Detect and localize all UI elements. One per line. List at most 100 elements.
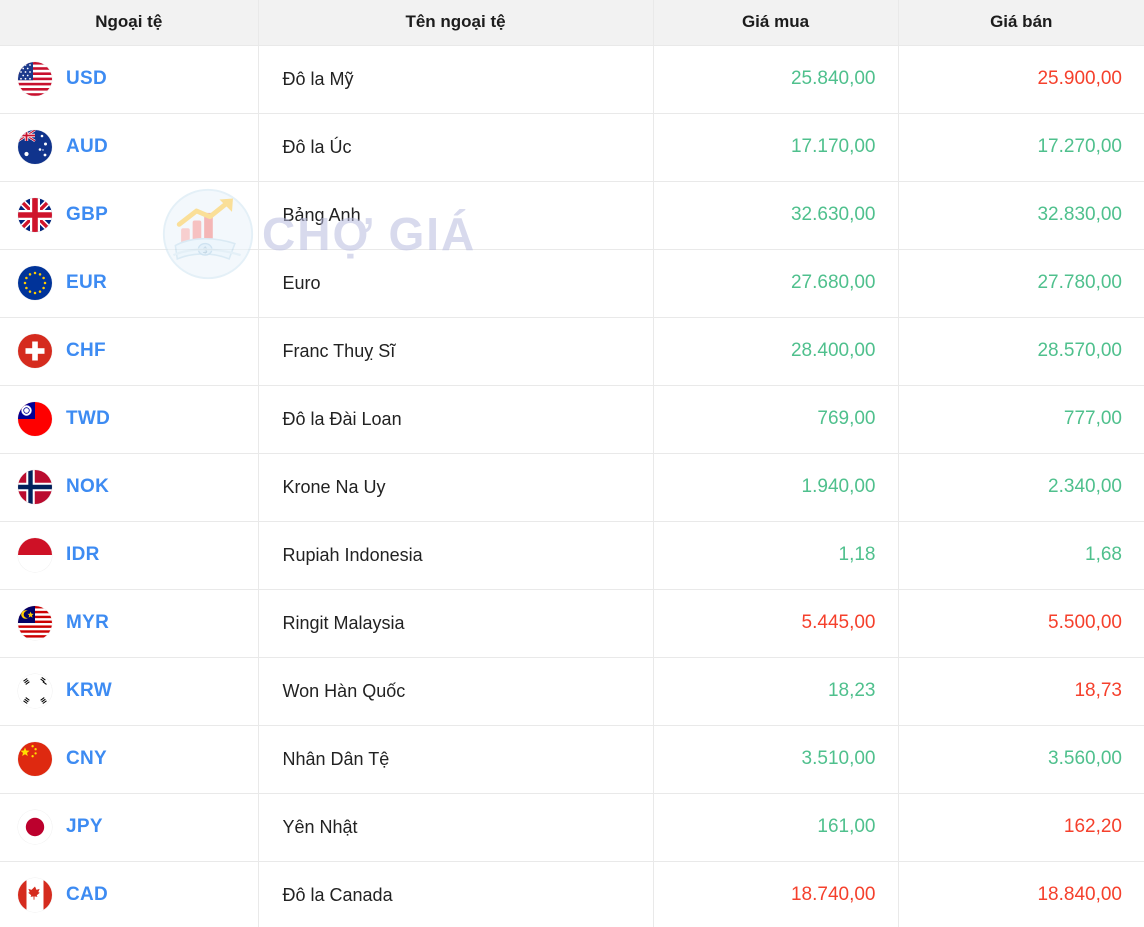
currency-code-label: KRW xyxy=(66,680,112,701)
flag-gb-icon xyxy=(18,198,52,232)
buy-price-cell: 18,23 xyxy=(653,657,899,726)
currency-name-cell: Euro xyxy=(258,249,654,318)
currency-code-cell: CNY xyxy=(0,725,259,794)
table-row[interactable]: CAD Đô la Canada 18.740,00 18.840,00 xyxy=(0,861,1144,927)
currency-name-cell: Đô la Đài Loan xyxy=(258,385,654,454)
column-header-sell-price: Giá bán xyxy=(898,0,1144,46)
buy-price-cell: 28.400,00 xyxy=(653,317,899,386)
table-row[interactable]: CNY Nhân Dân Tệ 3.510,00 3.560,00 xyxy=(0,725,1144,794)
sell-price-cell: 18,73 xyxy=(898,657,1144,726)
currency-code-label: IDR xyxy=(66,544,100,565)
currency-name-cell: Đô la Canada xyxy=(258,861,654,927)
currency-name-cell: Đô la Mỹ xyxy=(258,45,654,114)
currency-code-label: AUD xyxy=(66,136,109,157)
exchange-rate-table-container: $ CHỢ GIÁ Ngoại tệ Tên ngoại tệ Giá mua … xyxy=(0,0,1144,927)
buy-price-cell: 1,18 xyxy=(653,521,899,590)
currency-code-cell: GBP xyxy=(0,181,259,250)
sell-price-cell: 28.570,00 xyxy=(898,317,1144,386)
currency-code-cell: USD xyxy=(0,45,259,114)
currency-code-cell: JPY xyxy=(0,793,259,862)
sell-price-cell: 25.900,00 xyxy=(898,45,1144,114)
buy-price-cell: 769,00 xyxy=(653,385,899,454)
currency-code-label: CHF xyxy=(66,340,106,361)
buy-price-cell: 1.940,00 xyxy=(653,453,899,522)
currency-name-cell: Franc Thuỵ Sĩ xyxy=(258,317,654,386)
buy-price-cell: 5.445,00 xyxy=(653,589,899,658)
flag-no-icon xyxy=(18,470,52,504)
table-row[interactable]: KRW Won Hàn Quốc 18,23 18,73 xyxy=(0,657,1144,726)
sell-price-cell: 2.340,00 xyxy=(898,453,1144,522)
currency-code-label: CNY xyxy=(66,748,108,769)
flag-us-icon xyxy=(18,62,52,96)
flag-cn-icon xyxy=(18,742,52,776)
currency-code-cell: EUR xyxy=(0,249,259,318)
currency-code-cell: KRW xyxy=(0,657,259,726)
table-row[interactable]: AUD Đô la Úc 17.170,00 17.270,00 xyxy=(0,113,1144,182)
table-row[interactable]: CHF Franc Thuỵ Sĩ 28.400,00 28.570,00 xyxy=(0,317,1144,386)
table-row[interactable]: USD Đô la Mỹ 25.840,00 25.900,00 xyxy=(0,45,1144,114)
buy-price-cell: 161,00 xyxy=(653,793,899,862)
currency-name-cell: Nhân Dân Tệ xyxy=(258,725,654,794)
currency-name-cell: Yên Nhật xyxy=(258,793,654,862)
exchange-rate-table: Ngoại tệ Tên ngoại tệ Giá mua Giá bán US… xyxy=(0,0,1144,927)
column-header-currency-name: Tên ngoại tệ xyxy=(258,0,654,46)
currency-name-cell: Won Hàn Quốc xyxy=(258,657,654,726)
currency-code-cell: AUD xyxy=(0,113,259,182)
buy-price-cell: 32.630,00 xyxy=(653,181,899,250)
flag-id-icon xyxy=(18,538,52,572)
currency-name-cell: Ringit Malaysia xyxy=(258,589,654,658)
buy-price-cell: 25.840,00 xyxy=(653,45,899,114)
currency-name-cell: Đô la Úc xyxy=(258,113,654,182)
table-row[interactable]: JPY Yên Nhật 161,00 162,20 xyxy=(0,793,1144,862)
flag-ca-icon xyxy=(18,878,52,912)
sell-price-cell: 32.830,00 xyxy=(898,181,1144,250)
column-header-buy-price: Giá mua xyxy=(653,0,899,46)
sell-price-cell: 777,00 xyxy=(898,385,1144,454)
currency-code-cell: TWD xyxy=(0,385,259,454)
buy-price-cell: 17.170,00 xyxy=(653,113,899,182)
currency-code-cell: MYR xyxy=(0,589,259,658)
currency-code-label: MYR xyxy=(66,612,110,633)
sell-price-cell: 18.840,00 xyxy=(898,861,1144,927)
flag-my-icon xyxy=(18,606,52,640)
currency-code-cell: IDR xyxy=(0,521,259,590)
table-header: Ngoại tệ Tên ngoại tệ Giá mua Giá bán xyxy=(0,0,1144,46)
buy-price-cell: 3.510,00 xyxy=(653,725,899,794)
currency-code-cell: CAD xyxy=(0,861,259,927)
table-row[interactable]: MYR Ringit Malaysia 5.445,00 5.500,00 xyxy=(0,589,1144,658)
currency-code-label: CAD xyxy=(66,884,109,905)
sell-price-cell: 17.270,00 xyxy=(898,113,1144,182)
flag-eu-icon xyxy=(18,266,52,300)
currency-code-label: USD xyxy=(66,68,108,89)
flag-au-icon xyxy=(18,130,52,164)
currency-code-label: TWD xyxy=(66,408,111,429)
table-body: USD Đô la Mỹ 25.840,00 25.900,00 AUD Đô la Ú… xyxy=(0,45,1144,927)
currency-code-cell: CHF xyxy=(0,317,259,386)
table-row[interactable]: IDR Rupiah Indonesia 1,18 1,68 xyxy=(0,521,1144,590)
flag-jp-icon xyxy=(18,810,52,844)
currency-code-label: JPY xyxy=(66,816,103,837)
sell-price-cell: 27.780,00 xyxy=(898,249,1144,318)
column-header-currency-code: Ngoại tệ xyxy=(0,0,259,46)
currency-name-cell: Bảng Anh xyxy=(258,181,654,250)
table-header-row: Ngoại tệ Tên ngoại tệ Giá mua Giá bán xyxy=(0,0,1144,46)
currency-code-label: GBP xyxy=(66,204,109,225)
flag-kr-icon xyxy=(18,674,52,708)
currency-code-label: EUR xyxy=(66,272,108,293)
currency-name-cell: Rupiah Indonesia xyxy=(258,521,654,590)
sell-price-cell: 162,20 xyxy=(898,793,1144,862)
table-row[interactable]: EUR Euro 27.680,00 27.780,00 xyxy=(0,249,1144,318)
table-row[interactable]: TWD Đô la Đài Loan 769,00 777,00 xyxy=(0,385,1144,454)
buy-price-cell: 27.680,00 xyxy=(653,249,899,318)
currency-name-cell: Krone Na Uy xyxy=(258,453,654,522)
sell-price-cell: 5.500,00 xyxy=(898,589,1144,658)
currency-code-cell: NOK xyxy=(0,453,259,522)
flag-tw-icon xyxy=(18,402,52,436)
sell-price-cell: 3.560,00 xyxy=(898,725,1144,794)
flag-ch-icon xyxy=(18,334,52,368)
table-row[interactable]: GBP Bảng Anh 32.630,00 32.830,00 xyxy=(0,181,1144,250)
buy-price-cell: 18.740,00 xyxy=(653,861,899,927)
sell-price-cell: 1,68 xyxy=(898,521,1144,590)
currency-code-label: NOK xyxy=(66,476,110,497)
table-row[interactable]: NOK Krone Na Uy 1.940,00 2.340,00 xyxy=(0,453,1144,522)
